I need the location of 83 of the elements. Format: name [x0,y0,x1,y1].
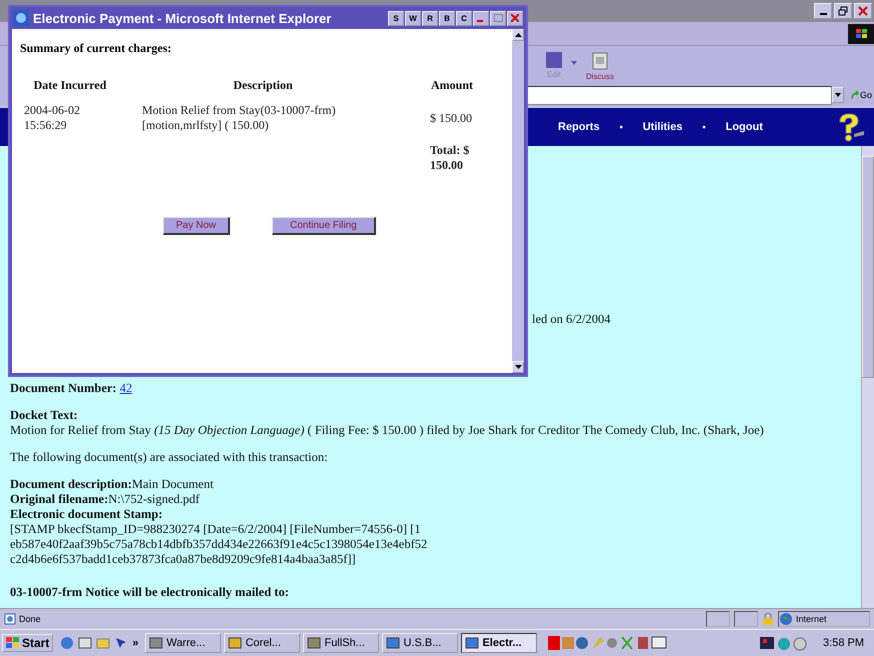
field-label: Docket Text: [10,408,78,422]
total-text: Total: $ 150.00 [429,143,470,173]
close-icon [511,14,519,22]
up-arrow-icon[interactable] [514,33,522,37]
taskbar-button[interactable]: Electr... [461,633,538,653]
taskbar-button[interactable]: Warre... [145,633,222,653]
status-panel [706,611,730,627]
window-title: Electronic Payment - Microsoft Internet Explorer [33,10,332,26]
field-label: Document description: [10,477,132,491]
app-icon [149,636,164,650]
stamp-text: [STAMP bkecfStamp_ID=988230274 [Date=6/2/2004] [FileNumber=74556-0] [1 [10,522,422,537]
nav-link[interactable]: Reports [558,121,600,133]
column-header: Description [232,78,294,93]
field-value: Main Document [132,477,214,491]
zone-text: Internet [778,611,870,627]
windows-logo-icon [6,637,20,649]
table-cell-text: 2004-06-02 15:56:29 [23,103,81,133]
dropdown-button[interactable] [832,87,844,103]
down-arrow-icon[interactable] [514,365,522,369]
stamp-text: eb587e40f2aaf39b5c75a78cb14dbfb357dd434e22663f91e4c5c1398054e13e4ebf52 [10,537,428,552]
windows-logo-icon [848,24,874,44]
close-button[interactable] [507,10,523,26]
nav-separator: • [702,122,706,132]
document-number-link[interactable]: 42 [120,381,132,395]
docket-text: Motion for Relief from Stay (15 Day Objection Language) ( Filing Fee: $ 150.00 ) filed by Joe Shark for Creditor The Comedy Club, Inc. (Shark, Joe) [10,423,765,438]
nav-separator: • [620,122,623,132]
field-label: Electronic document Stamp: [10,507,163,521]
field-label: Original filename: [10,492,108,506]
globe-icon [779,612,793,626]
column-header: Amount [430,78,474,93]
lock-icon [762,613,774,625]
app-icon [307,636,322,650]
close-icon [858,6,868,16]
notice-heading: 03-10007-frm Notice will be electronically mailed to: [10,585,290,600]
scrollbar[interactable] [512,29,524,373]
close-button[interactable] [854,3,872,19]
go-button[interactable]: Go [848,90,874,100]
field-label: Document Number: [10,381,117,395]
action-button[interactable]: Continue Filing [272,217,376,235]
more-button[interactable]: » [132,637,138,649]
filed-text: led on 6/2/2004 [531,312,612,327]
toolbar-button[interactable]: Discuss [586,52,614,81]
square-icon [546,52,562,68]
action-button[interactable]: Pay Now [163,217,230,235]
title-bar-button[interactable]: B [439,10,455,26]
dropdown-arrow-icon[interactable] [570,60,578,66]
maximize-button[interactable] [490,10,506,26]
page-icon [4,613,16,625]
title-bar-button[interactable]: W [405,10,421,26]
app-icon [386,636,400,650]
nav-link[interactable]: Utilities [642,121,682,133]
restore-button[interactable] [834,3,852,19]
nav-link[interactable]: Logout [726,121,763,133]
stamp-text: c2d4b6e6f537badd1ceb37873fca0a87be8d9209c9fe814a4baa3a85f]] [10,552,357,567]
summary-heading: Summary of current charges: [20,41,172,56]
title-bar-button[interactable]: C [456,10,472,26]
caret-icon [834,93,841,97]
cursor-icon[interactable] [114,636,128,650]
table-cell-text: Motion Relief from Stay(03-10007-frm) [motion,mrlfsty] ( 150.00) [141,103,337,133]
restore-icon [838,6,848,16]
title-bar-button[interactable]: S [388,10,404,26]
curved-arrow-icon [850,90,860,100]
scrollbar[interactable] [861,146,874,608]
column-header: Date Incurred [32,78,108,93]
minimize-button[interactable] [814,3,832,19]
taskbar-button[interactable]: FullSh... [303,633,380,653]
app-icon [228,636,242,650]
field-value: N:\752-signed.pdf [108,492,200,506]
clock: 3:58 PM [822,637,865,649]
title-bar-button[interactable]: R [422,10,438,26]
start-button[interactable]: Start [2,634,54,652]
status-panel [734,611,758,627]
document-icon [592,52,608,70]
minimize-icon [820,13,826,15]
table-cell-text: $ 150.00 [429,110,473,127]
taskbar-button[interactable]: U.S.B... [382,633,458,653]
browser-icon [13,10,29,26]
desktop-icon[interactable] [78,636,92,650]
body-text: The following document(s) are associated with this transaction: [10,450,329,465]
status-text: Done [4,613,702,625]
taskbar-button[interactable]: Corel... [224,633,300,653]
maximize-icon [494,14,502,22]
app-icon [465,636,480,650]
